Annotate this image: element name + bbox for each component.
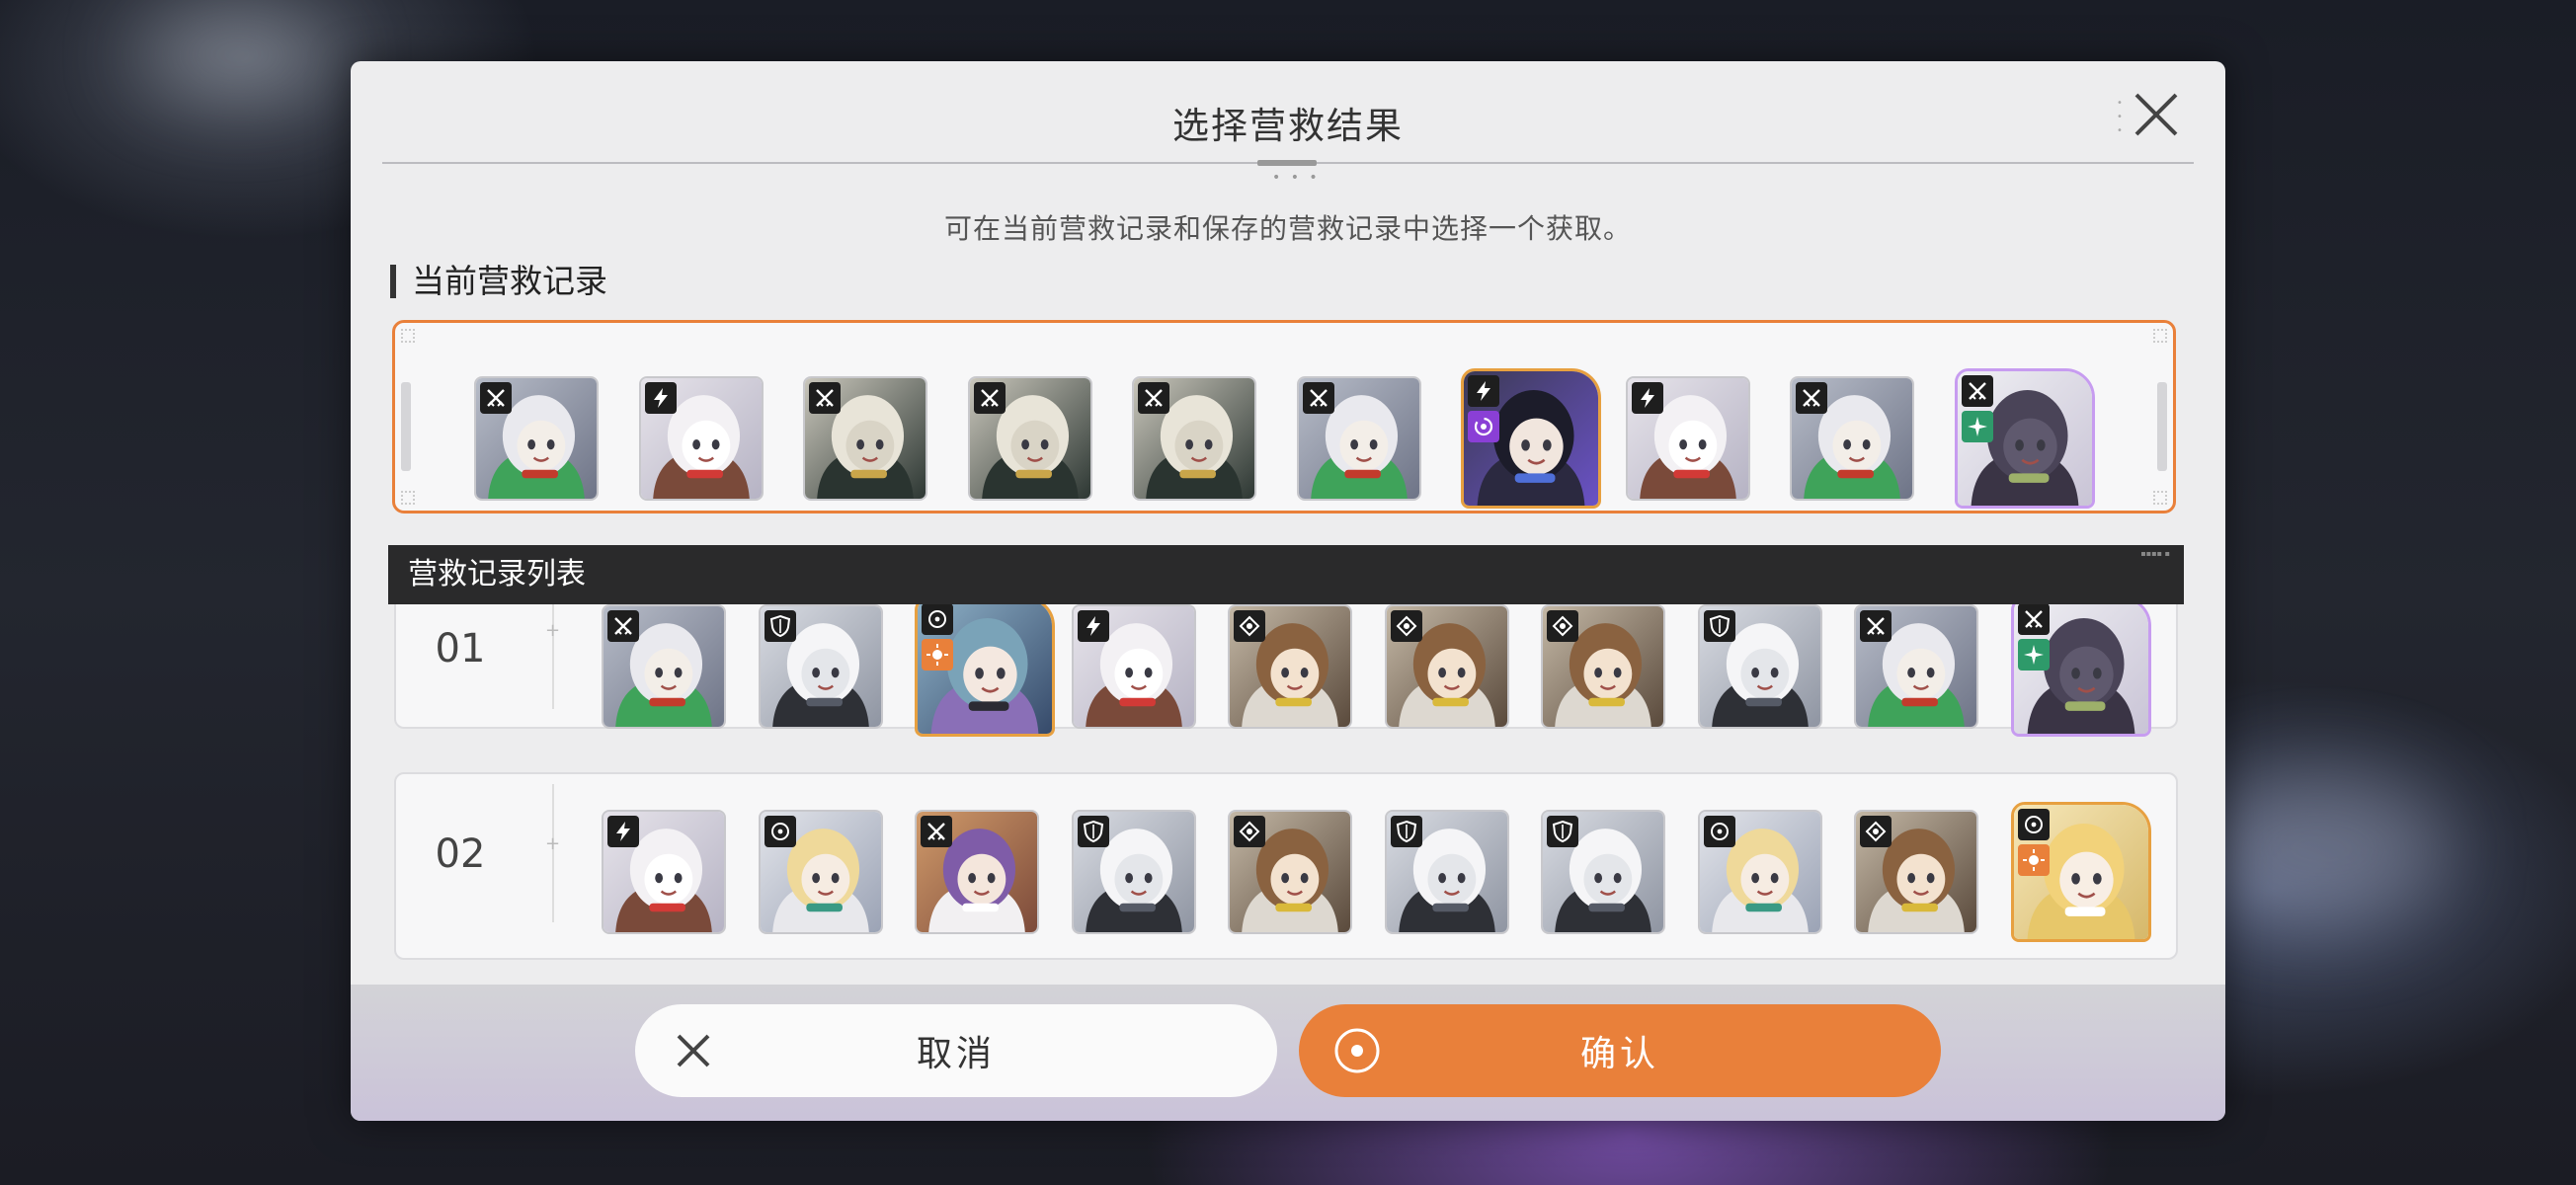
character-card[interactable] <box>2010 802 2151 942</box>
record-list[interactable]: 01 + 02 + <box>351 604 2225 1007</box>
character-card[interactable] <box>967 376 1092 501</box>
corner-mark <box>401 491 415 505</box>
character-card[interactable] <box>1461 368 1601 509</box>
sword-cross-icon <box>1138 382 1169 414</box>
crosshair-icon <box>1860 816 1892 847</box>
record-number: 01 <box>435 626 486 672</box>
character-card[interactable] <box>1954 368 2095 509</box>
lightning-icon <box>1468 375 1499 407</box>
target-icon <box>1703 816 1735 847</box>
close-icon <box>2134 93 2178 136</box>
record-separator <box>545 784 560 922</box>
target-icon <box>764 816 796 847</box>
character-card[interactable] <box>602 810 726 934</box>
target-icon <box>2017 809 2050 840</box>
character-card[interactable] <box>1296 376 1421 501</box>
record-row[interactable]: 01 <box>394 604 2178 737</box>
record-row[interactable]: 02 <box>394 772 2178 960</box>
side-tab <box>401 382 411 471</box>
character-card[interactable] <box>1384 604 1509 729</box>
shield-icon <box>764 610 796 642</box>
character-card[interactable] <box>1071 810 1196 934</box>
cancel-button[interactable]: 取消 <box>635 1004 1277 1097</box>
lightning-icon <box>607 816 639 847</box>
sword-cross-icon <box>607 610 639 642</box>
character-card[interactable] <box>1228 604 1352 729</box>
character-card[interactable] <box>638 376 764 501</box>
character-card[interactable] <box>1790 376 1914 501</box>
drag-handle-icon: • • • <box>2117 98 2123 136</box>
green-star-icon <box>1961 411 1993 442</box>
sword-cross-icon <box>1860 610 1892 642</box>
character-card[interactable] <box>915 604 1055 737</box>
sword-cross-icon <box>1796 382 1827 414</box>
orange-sun-icon <box>922 639 953 671</box>
character-card[interactable] <box>915 810 1039 934</box>
title-divider-tab <box>1257 160 1317 166</box>
shield-icon <box>1077 816 1109 847</box>
record-list-heading: 营救记录列表 <box>408 557 586 592</box>
shield-icon <box>1390 816 1422 847</box>
header-decoration: ▪▪▪▪ ▪ <box>2140 549 2170 558</box>
confirm-label: 确认 <box>1579 1034 1659 1074</box>
background-glow <box>138 10 336 99</box>
current-record-panel[interactable] <box>392 320 2176 514</box>
title-divider-dots: • • • <box>1272 170 1321 186</box>
character-card[interactable] <box>1132 376 1256 501</box>
dialog-footer: 取消 确认 <box>351 985 2225 1121</box>
corner-mark <box>2153 329 2167 343</box>
character-card[interactable] <box>758 810 883 934</box>
character-card[interactable] <box>1625 376 1750 501</box>
character-card[interactable] <box>602 604 726 729</box>
record-number: 02 <box>435 831 486 877</box>
character-card[interactable] <box>803 376 927 501</box>
target-icon <box>922 604 953 635</box>
character-card[interactable] <box>1071 604 1196 729</box>
lightning-icon <box>644 382 677 414</box>
orange-sun-icon <box>2017 844 2050 876</box>
sword-cross-icon <box>921 816 952 847</box>
character-card[interactable] <box>1854 604 1978 729</box>
background-glow <box>2193 770 2450 928</box>
character-card[interactable] <box>758 604 883 729</box>
crosshair-icon <box>1234 816 1265 847</box>
character-card[interactable] <box>474 376 599 501</box>
crosshair-icon <box>1234 610 1265 642</box>
crosshair-icon <box>1547 610 1578 642</box>
sword-cross-icon <box>2017 604 2050 635</box>
record-separator <box>545 604 560 709</box>
shield-icon <box>1703 610 1735 642</box>
lightning-icon <box>1077 610 1109 642</box>
green-star-icon <box>2017 639 2050 671</box>
confirm-button[interactable]: 确认 <box>1299 1004 1941 1097</box>
corner-mark <box>2153 491 2167 505</box>
character-card[interactable] <box>1228 810 1352 934</box>
purple-swirl-icon <box>1468 411 1499 442</box>
shield-icon <box>1547 816 1578 847</box>
sword-cross-icon <box>1961 375 1993 407</box>
record-list-header: 营救记录列表 ▪▪▪▪ ▪ <box>388 545 2184 604</box>
crosshair-icon <box>1390 610 1422 642</box>
character-card[interactable] <box>1697 810 1822 934</box>
sword-cross-icon <box>973 382 1006 414</box>
character-card[interactable] <box>2010 604 2151 737</box>
sword-cross-icon <box>809 382 841 414</box>
cancel-label: 取消 <box>916 1034 996 1074</box>
rescue-result-dialog: 选择营救结果 • • • • • • 可在当前营救记录和保存的营救记录中选择一个获取… <box>351 61 2225 1121</box>
sword-cross-icon <box>1302 382 1334 414</box>
dialog-subtitle: 可在当前营救记录和保存的营救记录中选择一个获取。 <box>943 212 1632 245</box>
character-card[interactable] <box>1697 604 1822 729</box>
character-card[interactable] <box>1541 810 1665 934</box>
close-button[interactable] <box>2129 87 2184 142</box>
side-tab <box>2157 382 2167 471</box>
corner-mark <box>401 329 415 343</box>
sword-cross-icon <box>480 382 512 414</box>
character-card[interactable] <box>1384 810 1509 934</box>
lightning-icon <box>1631 382 1663 414</box>
character-card[interactable] <box>1854 810 1978 934</box>
character-card[interactable] <box>1541 604 1665 729</box>
current-record-heading: 当前营救记录 <box>390 265 607 298</box>
dialog-title: 选择营救结果 <box>1172 105 1404 147</box>
